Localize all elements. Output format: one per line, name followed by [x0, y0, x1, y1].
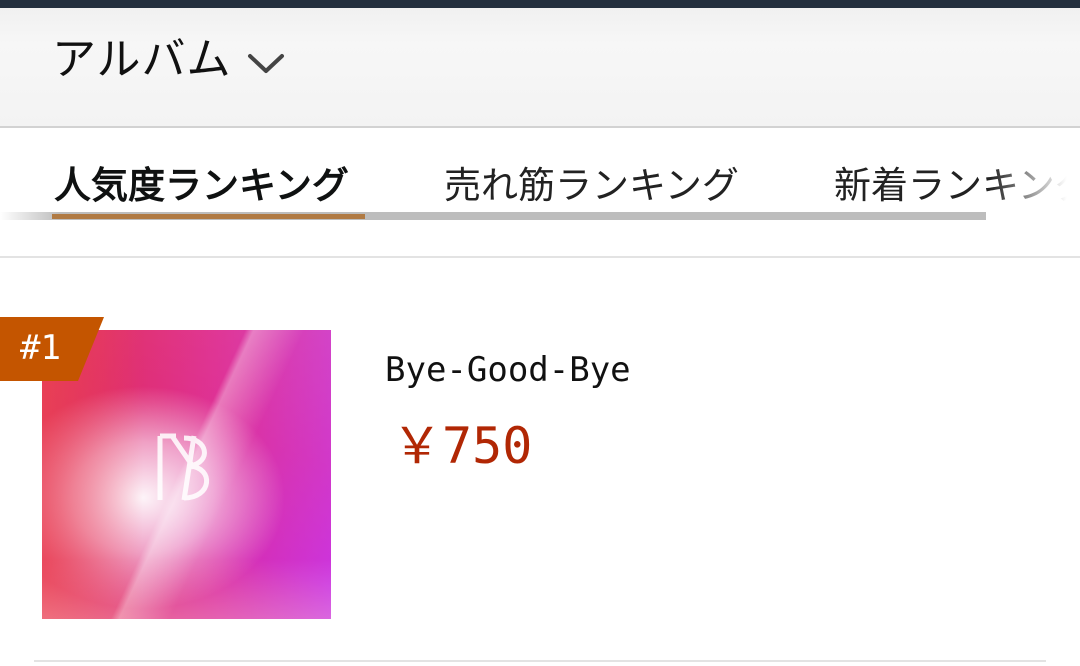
- list-item-divider: [34, 660, 1046, 662]
- tab-overflow-fade: [990, 130, 1080, 256]
- rank-label: #1: [20, 328, 61, 368]
- header-bar: アルバム: [0, 8, 1080, 128]
- product-price: ￥750: [392, 417, 533, 475]
- category-label: アルバム: [52, 34, 232, 85]
- top-status-strip: [0, 0, 1080, 8]
- product-title[interactable]: Bye-Good-Bye: [385, 346, 631, 394]
- ranking-tabs: 人気度ランキング 売れ筋ランキング 新着ランキング: [0, 130, 1080, 256]
- tab-popularity-ranking[interactable]: 人気度ランキング: [54, 162, 349, 210]
- category-dropdown[interactable]: アルバム: [52, 30, 286, 90]
- active-tab-indicator: [52, 214, 365, 219]
- chevron-down-icon: [247, 54, 284, 73]
- product-list-item[interactable]: #1 Bye-Good-Bye ￥750: [0, 258, 1080, 662]
- tab-bestseller-ranking[interactable]: 売れ筋ランキング: [444, 162, 739, 210]
- album-logo-mark: [157, 433, 209, 501]
